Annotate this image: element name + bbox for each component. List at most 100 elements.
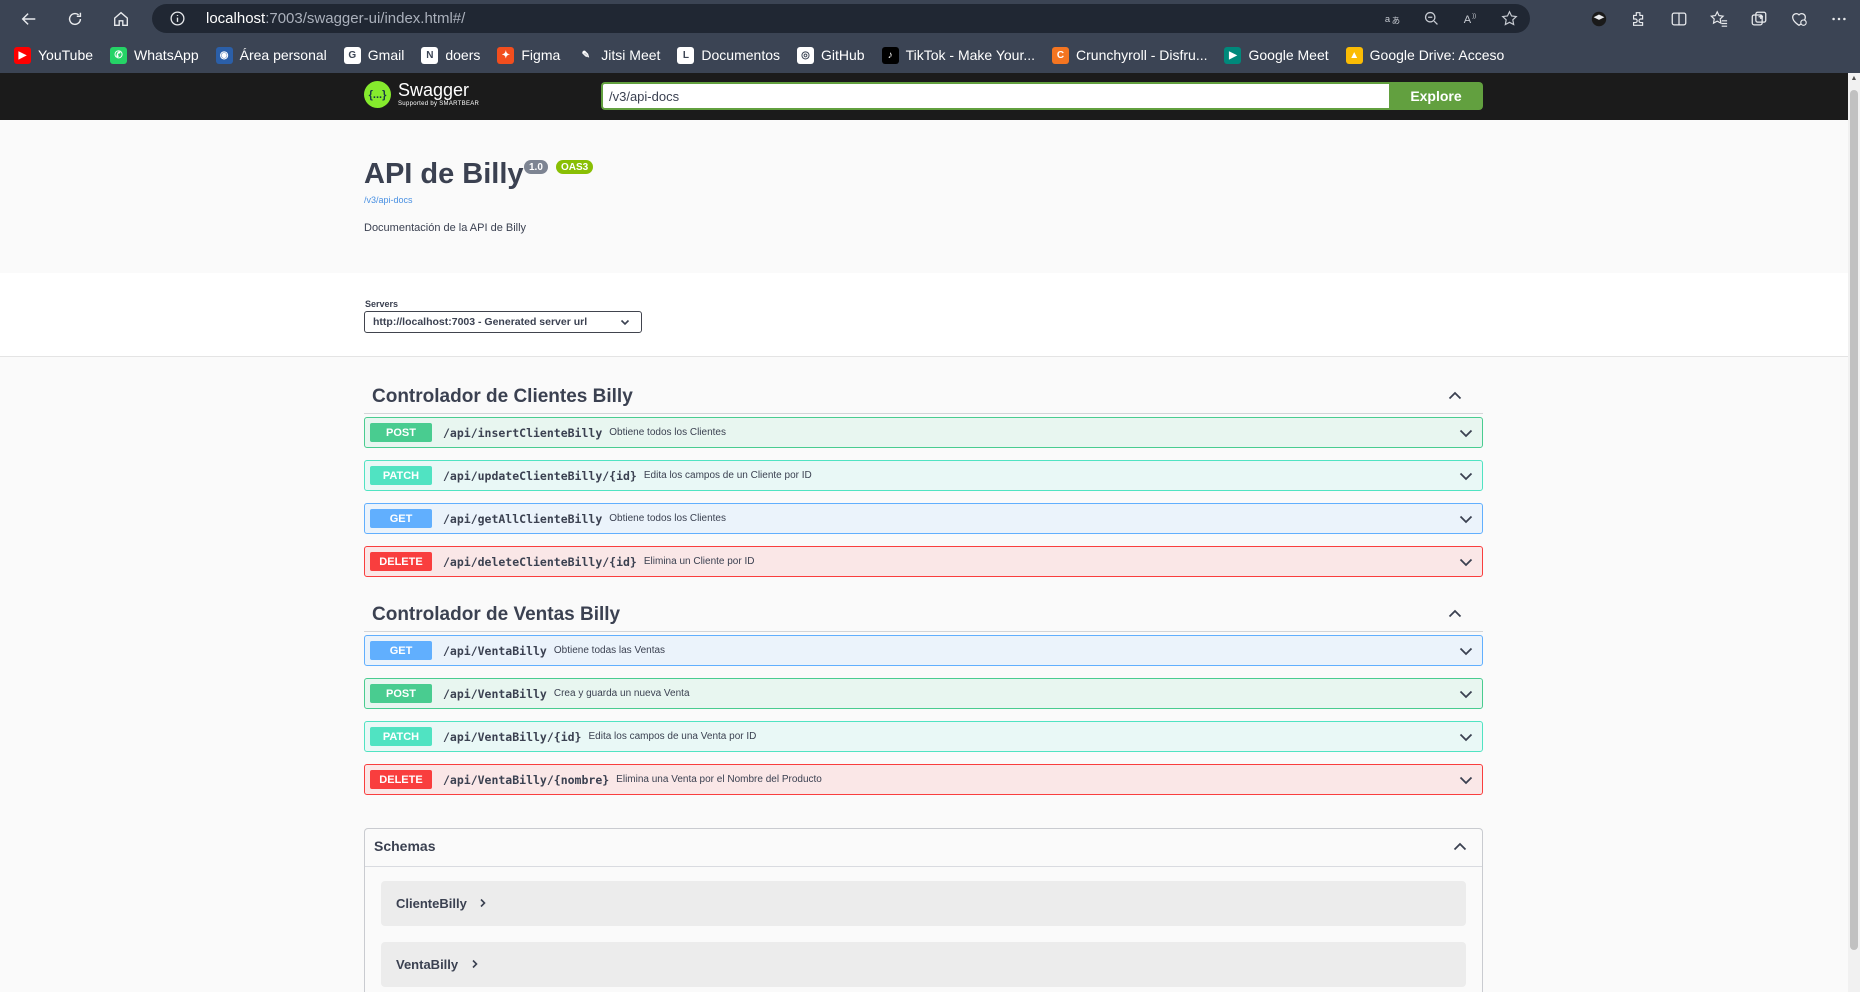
method-badge: POST — [370, 423, 432, 442]
bookmark-item[interactable]: ✦ Figma — [497, 46, 561, 64]
tag-title: Controlador de Ventas Billy — [372, 604, 621, 625]
operation-summary: Crea y guarda un nueva Venta — [553, 688, 690, 699]
url-text[interactable]: localhost:7003/swagger-ui/index.html#/ — [206, 10, 465, 28]
bookmark-item[interactable]: ▶ Google Meet — [1224, 46, 1329, 64]
bookmark-label: GitHub — [821, 47, 865, 63]
operation-post[interactable]: POST/api/VentaBilly Crea y guarda un nuev… — [364, 678, 1483, 709]
bookmark-item[interactable]: ◉ Área personal — [215, 46, 327, 64]
split-screen-icon[interactable] — [1670, 10, 1688, 28]
method-badge: DELETE — [370, 552, 432, 571]
avatar-icon[interactable] — [1590, 10, 1608, 28]
operation-path: /api/updateClienteBilly/{id} — [443, 468, 637, 483]
model-name: ClienteBilly — [396, 896, 467, 911]
svg-text:)): )) — [1472, 14, 1476, 20]
explore-button[interactable]: Explore — [1389, 82, 1483, 110]
favorites-icon[interactable] — [1710, 9, 1728, 28]
bookmark-item[interactable]: C Crunchyroll - Disfru... — [1052, 46, 1207, 64]
swagger-logo[interactable]: {...} Swagger Supported by SMARTBEAR — [364, 81, 479, 108]
tag-section-header[interactable]: Controlador de Clientes Billy — [364, 378, 1483, 414]
bookmark-item[interactable]: L Documentos — [677, 46, 780, 64]
bookmark-icon: ▲ — [1345, 46, 1363, 64]
star-icon[interactable] — [1501, 10, 1518, 27]
bookmarks-bar: ▶ YouTube ✆ WhatsApp ◉ Área personal G Gmail Ndo… — [0, 37, 1860, 73]
chevron-down-icon — [620, 319, 630, 326]
operation-delete[interactable]: DELETE/api/deleteClienteBilly/{id} Elimin… — [364, 546, 1483, 577]
method-badge: POST — [370, 684, 432, 703]
bookmark-icon: ♪ — [881, 46, 899, 64]
url-host: localhost — [206, 9, 266, 27]
bookmark-icon: ▶ — [14, 46, 31, 64]
operation-summary: Edita los campos de una Venta por ID — [588, 731, 757, 742]
operation-path: /api/insertClienteBilly — [443, 425, 603, 440]
refresh-button[interactable] — [52, 0, 98, 37]
operation-delete[interactable]: DELETE/api/VentaBilly/{nombre} Elimina un… — [364, 764, 1483, 795]
chevron-down-icon[interactable] — [1458, 772, 1474, 788]
servers-select[interactable]: http://localhost:7003 - Generated server… — [364, 311, 642, 333]
schemas-header[interactable]: Schemas — [365, 829, 1482, 867]
back-button[interactable] — [6, 0, 52, 37]
bookmark-label: Google Drive: Acceso — [1369, 47, 1505, 63]
spec-link[interactable]: /v3/api-docs — [364, 195, 413, 205]
operation-patch[interactable]: PATCH/api/updateClienteBilly/{id} Edita l… — [364, 460, 1483, 491]
servers-label: Servers — [365, 299, 399, 309]
chevron-up-icon[interactable] — [1447, 388, 1463, 404]
extensions-icon[interactable] — [1630, 10, 1648, 28]
scroll-up-icon[interactable]: ▲ — [1849, 75, 1859, 85]
chevron-down-icon[interactable] — [1458, 554, 1474, 570]
more-menu-icon[interactable] — [1830, 10, 1848, 28]
operation-get[interactable]: GET/api/VentaBilly Obtiene todas las Vent… — [364, 635, 1483, 666]
refresh-icon — [68, 12, 82, 25]
bookmark-item[interactable]: ✆ WhatsApp — [110, 46, 199, 64]
scrollbar-thumb[interactable] — [1850, 90, 1858, 950]
tag-section-header[interactable]: Controlador de Ventas Billy — [364, 596, 1483, 632]
chevron-down-icon[interactable] — [1458, 729, 1474, 745]
translate-icon[interactable]: aあ — [1384, 10, 1401, 27]
chevron-up-icon[interactable] — [1447, 606, 1463, 622]
chevron-down-icon[interactable] — [1458, 686, 1474, 702]
servers-section — [0, 273, 1848, 357]
zoom-out-icon[interactable] — [1423, 10, 1440, 27]
bookmark-item[interactable]: ◎ GitHub — [797, 46, 865, 64]
chevron-down-icon[interactable] — [1458, 468, 1474, 484]
browser-essentials-icon[interactable] — [1790, 10, 1808, 28]
model-name: VentaBilly — [396, 957, 459, 972]
bookmark-item[interactable]: ✎ Jitsi Meet — [577, 46, 660, 64]
bookmark-icon: ✆ — [110, 46, 128, 64]
model-ventabilly[interactable]: VentaBilly — [381, 942, 1466, 987]
bookmark-item[interactable]: G Gmail — [343, 46, 405, 64]
bookmark-item[interactable]: ▲ Google Drive: Acceso — [1345, 46, 1505, 64]
bookmark-icon: C — [1052, 46, 1070, 64]
collections-icon[interactable] — [1750, 10, 1768, 28]
bookmark-label: Área personal — [239, 47, 327, 63]
bookmark-label: Figma — [521, 47, 561, 63]
bookmark-item[interactable]: Ndoers — [421, 46, 481, 64]
site-info-icon[interactable] — [160, 10, 194, 27]
operation-patch[interactable]: PATCH/api/VentaBilly/{id} Edita los campo… — [364, 721, 1483, 752]
bookmark-label: TikTok - Make Your... — [905, 47, 1036, 63]
chevron-up-icon[interactable] — [1452, 839, 1468, 855]
operation-summary: Elimina un Cliente por ID — [643, 556, 755, 567]
model-clientebilly[interactable]: ClienteBilly — [381, 881, 1466, 926]
bookmark-icon: ◉ — [215, 46, 233, 64]
home-button[interactable] — [98, 0, 144, 37]
chevron-down-icon[interactable] — [1458, 643, 1474, 659]
method-badge: PATCH — [370, 727, 432, 746]
read-aloud-icon[interactable]: A)) — [1462, 10, 1479, 27]
bookmark-item[interactable]: ♪ TikTok - Make Your... — [881, 46, 1036, 64]
address-bar[interactable]: localhost:7003/swagger-ui/index.html#/ a… — [152, 4, 1530, 33]
chevron-down-icon[interactable] — [1458, 425, 1474, 441]
info-section — [0, 120, 1848, 273]
bookmark-label: WhatsApp — [134, 47, 199, 63]
bookmark-item[interactable]: ▶ YouTube — [14, 46, 94, 64]
chevron-down-icon[interactable] — [1458, 511, 1474, 527]
bookmark-label: doers — [445, 47, 481, 63]
version-badge: 1.0 — [524, 160, 548, 174]
bookmark-label: Google Meet — [1248, 47, 1329, 63]
bookmark-label: Documentos — [701, 47, 780, 63]
bookmark-label: YouTube — [38, 47, 94, 63]
spec-url-input[interactable]: /v3/api-docs — [601, 82, 1389, 110]
operation-post[interactable]: POST/api/insertClienteBilly Obtiene todos… — [364, 417, 1483, 448]
bookmark-label: Gmail — [367, 47, 405, 63]
operation-get[interactable]: GET/api/getAllClienteBilly Obtiene todos … — [364, 503, 1483, 534]
operation-path: /api/VentaBilly/{nombre} — [443, 772, 610, 787]
